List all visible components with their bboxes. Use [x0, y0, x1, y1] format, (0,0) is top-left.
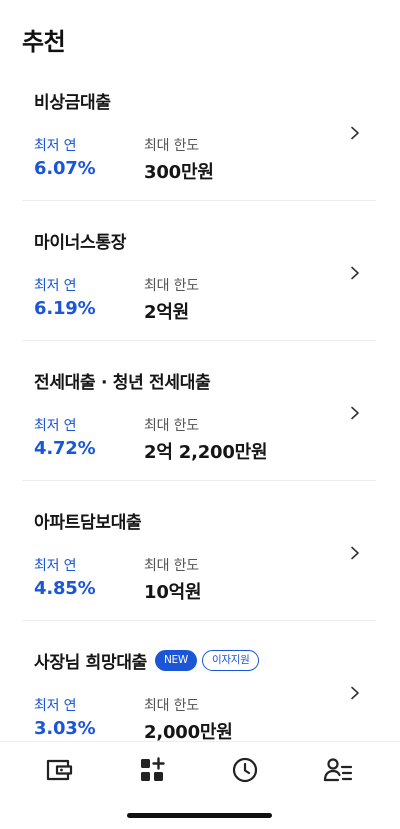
loan-card-overdraft[interactable]: 마이너스통장 최저 연 6.19% 최대 한도 2억원 [22, 202, 376, 341]
apps-plus-icon [141, 757, 165, 781]
limit-label: 최대 한도 [144, 698, 199, 714]
wallet-icon [46, 759, 73, 781]
limit-value: 2억 2,200만원 [144, 442, 268, 463]
limit-label: 최대 한도 [144, 418, 199, 434]
home-indicator [127, 813, 272, 818]
loan-card-title: 마이너스통장 [34, 233, 127, 253]
limit-label: 최대 한도 [144, 278, 199, 294]
limit-value: 10억원 [144, 582, 202, 603]
loan-card-apartment[interactable]: 아파트담보대출 최저 연 4.85% 최대 한도 10억원 [22, 482, 376, 621]
loan-card-title: 사장님 희망대출 NEW 이자지원 [34, 648, 260, 673]
loan-card-emergency[interactable]: 비상금대출 최저 연 6.07% 최대 한도 300만원 [22, 62, 376, 201]
loan-card-title: 아파트담보대출 [34, 513, 142, 533]
clock-icon [232, 757, 258, 783]
tab-apps[interactable] [136, 754, 168, 786]
chevron-right-icon [351, 126, 359, 140]
chevron-right-icon [351, 686, 359, 700]
user-list-icon [323, 758, 353, 782]
tab-history[interactable] [229, 754, 261, 786]
interest-support-badge: 이자지원 [201, 650, 260, 671]
chevron-right-icon [351, 406, 359, 420]
rate-value: 4.72% [34, 438, 96, 459]
tab-my[interactable] [322, 754, 354, 786]
rate-label: 최저 연 [34, 558, 77, 574]
rate-value: 6.19% [34, 298, 96, 319]
rate-label: 최저 연 [34, 278, 77, 294]
loan-card-title: 비상금대출 [34, 93, 111, 113]
chevron-right-icon [351, 546, 359, 560]
chevron-right-icon [351, 266, 359, 280]
rate-value: 6.07% [34, 158, 96, 179]
rate-label: 최저 연 [34, 418, 77, 434]
rate-value: 3.03% [34, 718, 96, 739]
tab-wallet[interactable] [44, 754, 76, 786]
bottom-tab-bar [0, 741, 400, 796]
loan-card-title: 전세대출 · 청년 전세대출 [34, 373, 211, 393]
new-badge: NEW [155, 650, 197, 671]
rate-value: 4.85% [34, 578, 96, 599]
section-title: 추천 [22, 28, 66, 56]
loan-card-jeonse[interactable]: 전세대출 · 청년 전세대출 최저 연 4.72% 최대 한도 2억 2,200… [22, 342, 376, 481]
limit-value: 2억원 [144, 302, 190, 323]
limit-label: 최대 한도 [144, 558, 199, 574]
limit-label: 최대 한도 [144, 138, 199, 154]
limit-value: 300만원 [144, 162, 214, 183]
rate-label: 최저 연 [34, 698, 77, 714]
rate-label: 최저 연 [34, 138, 77, 154]
loan-recommendation-screen: 추천 비상금대출 최저 연 6.07% 최대 한도 300만원 마이너스통장 최… [0, 0, 400, 829]
